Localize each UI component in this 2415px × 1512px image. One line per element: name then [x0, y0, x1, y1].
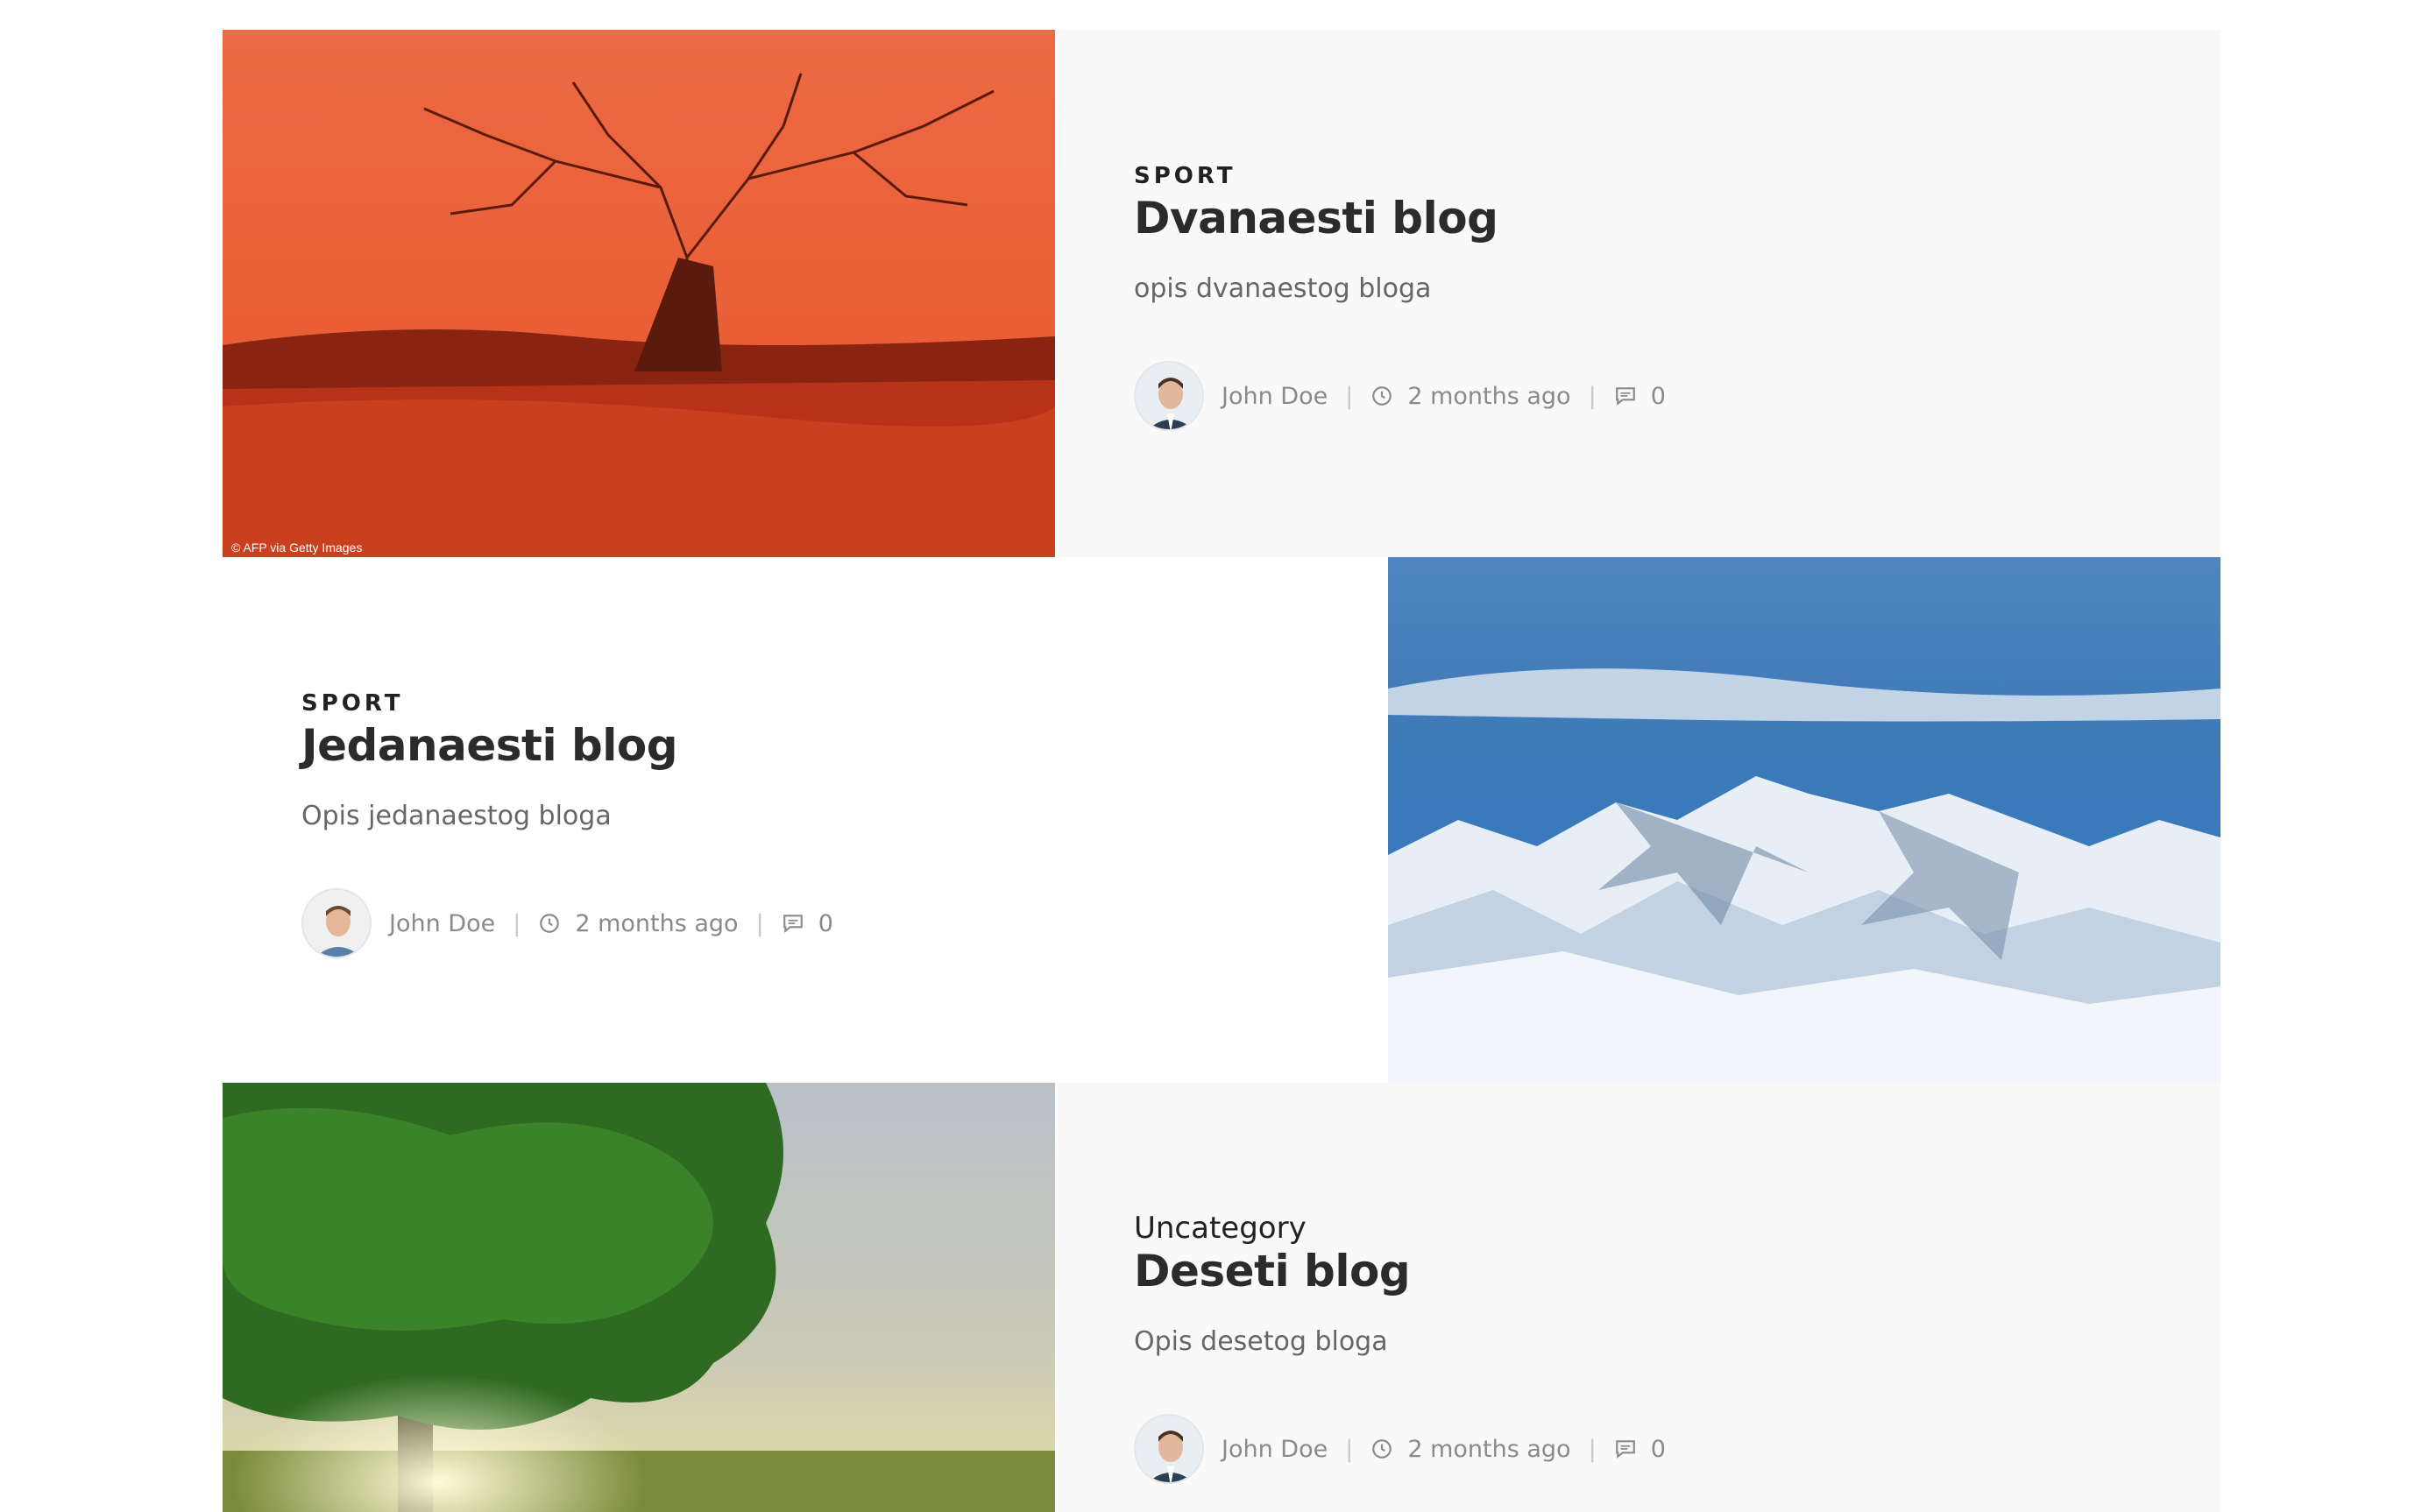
post-time: 2 months ago	[575, 909, 739, 937]
post-content: SPORT Jedanaesti blog Opis jedanaestog b…	[223, 557, 1388, 1085]
clock-icon	[538, 912, 561, 935]
meta-separator: |	[1345, 1435, 1354, 1463]
clock-icon	[1370, 385, 1393, 407]
post-meta: John Doe | 2 months ago | 0	[1134, 361, 1666, 431]
comment-icon	[1614, 1438, 1637, 1460]
author-avatar[interactable]	[1134, 361, 1204, 431]
post-title[interactable]: Dvanaesti blog	[1134, 193, 1498, 244]
post-time: 2 months ago	[1407, 382, 1571, 410]
author-avatar[interactable]	[1134, 1414, 1204, 1484]
snowy-mountains-image	[1388, 557, 2220, 1085]
post-excerpt: opis dvanaestog bloga	[1134, 273, 1432, 304]
comment-icon	[782, 912, 804, 935]
blog-list: © AFP via Getty Images SPORT Dvanaesti b…	[0, 0, 2415, 1512]
post-thumbnail-mountains[interactable]	[1388, 557, 2220, 1085]
post-excerpt: Opis jedanaestog bloga	[301, 801, 612, 831]
meta-separator: |	[755, 909, 764, 937]
comment-icon	[1614, 385, 1637, 407]
post-category[interactable]: SPORT	[301, 690, 403, 717]
dead-tree-image: © AFP via Getty Images	[223, 30, 1055, 557]
green-tree-sunset-image	[223, 1083, 1055, 1512]
post-meta: John Doe | 2 months ago | 0	[301, 888, 833, 958]
avatar-image	[303, 890, 370, 957]
post-title[interactable]: Jedanaesti blog	[301, 720, 678, 771]
blog-post-card: © AFP via Getty Images SPORT Dvanaesti b…	[223, 30, 2220, 557]
post-content: Uncategory Deseti blog Opis desetog blog…	[1055, 1083, 2220, 1512]
post-thumbnail-green-tree[interactable]	[223, 1083, 1055, 1512]
comment-count[interactable]: 0	[818, 910, 833, 937]
comment-count[interactable]: 0	[1651, 1436, 1666, 1463]
post-category[interactable]: Uncategory	[1134, 1211, 1307, 1246]
image-caption: © AFP via Getty Images	[231, 541, 362, 555]
post-content: SPORT Dvanaesti blog opis dvanaestog blo…	[1055, 30, 2220, 557]
post-category[interactable]: SPORT	[1134, 163, 1236, 189]
clock-icon	[1370, 1438, 1393, 1460]
meta-separator: |	[1588, 1435, 1597, 1463]
comment-count[interactable]: 0	[1651, 383, 1666, 410]
author-name[interactable]: John Doe	[1222, 383, 1328, 410]
post-thumbnail-dead-tree[interactable]: © AFP via Getty Images	[223, 30, 1055, 557]
author-name[interactable]: John Doe	[1222, 1436, 1328, 1463]
post-time: 2 months ago	[1407, 1435, 1571, 1463]
avatar-image	[1136, 363, 1202, 429]
author-name[interactable]: John Doe	[389, 910, 495, 937]
meta-separator: |	[513, 909, 521, 937]
blog-post-card: SPORT Jedanaesti blog Opis jedanaestog b…	[223, 557, 2220, 1085]
post-excerpt: Opis desetog bloga	[1134, 1326, 1388, 1357]
avatar-image	[1136, 1416, 1202, 1482]
post-title[interactable]: Deseti blog	[1134, 1246, 1411, 1297]
meta-separator: |	[1345, 382, 1354, 410]
post-meta: John Doe | 2 months ago | 0	[1134, 1414, 1666, 1484]
author-avatar[interactable]	[301, 888, 372, 958]
blog-post-card: Uncategory Deseti blog Opis desetog blog…	[223, 1083, 2220, 1512]
meta-separator: |	[1588, 382, 1597, 410]
